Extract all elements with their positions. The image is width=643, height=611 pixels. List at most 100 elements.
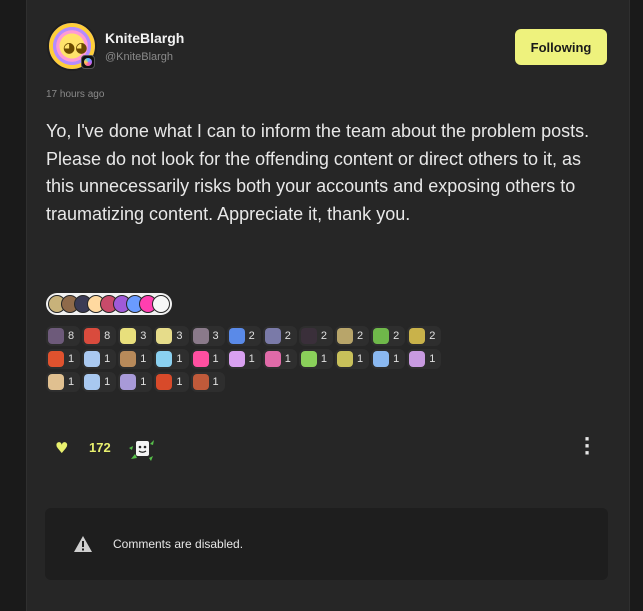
like-count[interactable]: 172 <box>89 440 111 455</box>
shell-emoji-icon <box>120 374 137 390</box>
reaction-count: 1 <box>212 376 219 388</box>
reaction-chip[interactable]: 1 <box>407 349 442 369</box>
reaction-count: 1 <box>68 376 75 388</box>
confetti-emoji-icon <box>409 351 426 367</box>
reaction-count: 1 <box>176 376 183 388</box>
reaction-chip[interactable]: 1 <box>82 372 117 392</box>
more-options-icon[interactable]: · · · <box>579 431 595 463</box>
author-name[interactable]: KniteBlargh <box>105 30 184 46</box>
reaction-count: 1 <box>140 376 147 388</box>
goggles-emoji-icon <box>264 328 281 344</box>
reaction-chip[interactable]: 3 <box>190 326 225 346</box>
post-card: ◕◕ KniteBlargh @KniteBlargh Following 17… <box>26 0 630 611</box>
reaction-count: 8 <box>104 330 111 342</box>
reaction-count: 8 <box>68 330 75 342</box>
reaction-chip[interactable]: 2 <box>298 326 333 346</box>
reaction-count: 1 <box>104 376 111 388</box>
reaction-count: 1 <box>248 353 255 365</box>
reaction-chip[interactable]: 2 <box>226 326 261 346</box>
reaction-row: 8 8 3 3 3 2 2 2 2 2 2 <box>46 326 606 348</box>
apple-emoji-icon <box>48 351 64 367</box>
reaction-count: 3 <box>212 330 219 342</box>
avatar-face-icon: ◕◕ <box>63 40 88 56</box>
post-timestamp[interactable]: 17 hours ago <box>46 89 104 100</box>
goblin-emoji-icon <box>409 328 426 344</box>
reaction-chip[interactable]: 1 <box>226 349 261 369</box>
bubble-emoji-icon <box>84 374 101 390</box>
raccoon-emoji-icon <box>192 328 209 344</box>
cloud-emoji-icon <box>84 351 101 367</box>
pizza-emoji-icon <box>192 374 209 390</box>
verified-badge-icon <box>81 55 95 69</box>
reaction-chip[interactable]: 8 <box>82 326 117 346</box>
reaction-row: 1 1 1 1 1 1 1 1 1 1 1 <box>46 349 606 371</box>
reaction-chip[interactable]: 1 <box>82 349 117 369</box>
reaction-count: 2 <box>284 330 291 342</box>
reaction-count: 1 <box>357 353 364 365</box>
reaction-chip[interactable]: 1 <box>298 349 333 369</box>
reaction-chip[interactable]: 1 <box>190 349 225 369</box>
reaction-count: 1 <box>320 353 327 365</box>
reaction-count: 1 <box>284 353 291 365</box>
reaction-chip[interactable]: 1 <box>154 372 189 392</box>
reactor-avatars[interactable] <box>46 293 172 315</box>
reaction-chip[interactable]: 1 <box>154 349 189 369</box>
scythe-emoji-icon <box>300 328 317 344</box>
heart-emoji-icon <box>192 351 209 367</box>
reaction-chip[interactable]: 1 <box>46 349 81 369</box>
mushroom-emoji-icon <box>337 328 353 344</box>
reaction-chip[interactable]: 2 <box>262 326 297 346</box>
reaction-count: 2 <box>429 330 436 342</box>
lizard-emoji-icon <box>337 351 353 367</box>
reaction-count: 1 <box>212 353 219 365</box>
slime-emoji-icon <box>300 351 317 367</box>
reaction-chip[interactable]: 8 <box>46 326 81 346</box>
reaction-count: 2 <box>320 330 327 342</box>
reaction-count: 2 <box>248 330 255 342</box>
cat-emoji-icon <box>120 328 137 344</box>
ghost-emoji-icon <box>48 328 64 344</box>
reaction-chip[interactable]: 1 <box>335 349 370 369</box>
warning-icon <box>74 536 92 552</box>
following-button[interactable]: Following <box>515 29 607 65</box>
heart-icon[interactable]: ♥ <box>55 439 71 457</box>
post-body: Yo, I've done what I can to inform the t… <box>46 121 590 224</box>
cupcake-emoji-icon <box>48 374 64 390</box>
reaction-count: 3 <box>140 330 147 342</box>
sparkle-emoji-icon <box>228 351 245 367</box>
reaction-chip[interactable]: 1 <box>118 372 153 392</box>
frog-emoji-icon <box>373 328 390 344</box>
reactor-avatar <box>152 295 170 313</box>
reaction-count: 2 <box>357 330 364 342</box>
puppy-emoji-icon <box>120 351 137 367</box>
reaction-chip[interactable]: 2 <box>335 326 370 346</box>
reaction-count: 1 <box>104 353 111 365</box>
reaction-row: 1 1 1 1 1 <box>46 372 606 394</box>
reaction-count: 1 <box>429 353 436 365</box>
reaction-count: 1 <box>176 353 183 365</box>
reaction-chip[interactable]: 3 <box>154 326 189 346</box>
reaction-count: 1 <box>140 353 147 365</box>
comments-disabled-text: Comments are disabled. <box>113 537 244 551</box>
reaction-chip[interactable]: 1 <box>46 372 81 392</box>
bear-emoji-icon <box>156 328 173 344</box>
fish-emoji-icon <box>373 351 390 367</box>
berry-emoji-icon <box>156 374 173 390</box>
add-reaction-sticker-icon[interactable] <box>125 434 159 468</box>
reaction-chip[interactable]: 1 <box>262 349 297 369</box>
music-emoji-icon <box>156 351 173 367</box>
flag-emoji-icon <box>228 328 245 344</box>
reaction-chip[interactable]: 1 <box>118 349 153 369</box>
reaction-chip[interactable]: 2 <box>371 326 406 346</box>
reaction-list: 8 8 3 3 3 2 2 2 2 2 2 1 1 1 1 1 1 1 1 1 1 1 1 1 1 1 1 <box>46 326 606 395</box>
reaction-chip[interactable]: 3 <box>118 326 153 346</box>
ghost-emoji-icon <box>264 351 281 367</box>
comments-disabled-notice: Comments are disabled. <box>45 508 608 580</box>
reaction-chip[interactable]: 1 <box>371 349 406 369</box>
reaction-chip[interactable]: 2 <box>407 326 442 346</box>
author-handle[interactable]: @KniteBlargh <box>105 51 173 63</box>
author-avatar[interactable]: ◕◕ <box>47 21 97 71</box>
reaction-count: 1 <box>68 353 75 365</box>
reaction-chip[interactable]: 1 <box>190 372 225 392</box>
tomato-emoji-icon <box>84 328 101 344</box>
